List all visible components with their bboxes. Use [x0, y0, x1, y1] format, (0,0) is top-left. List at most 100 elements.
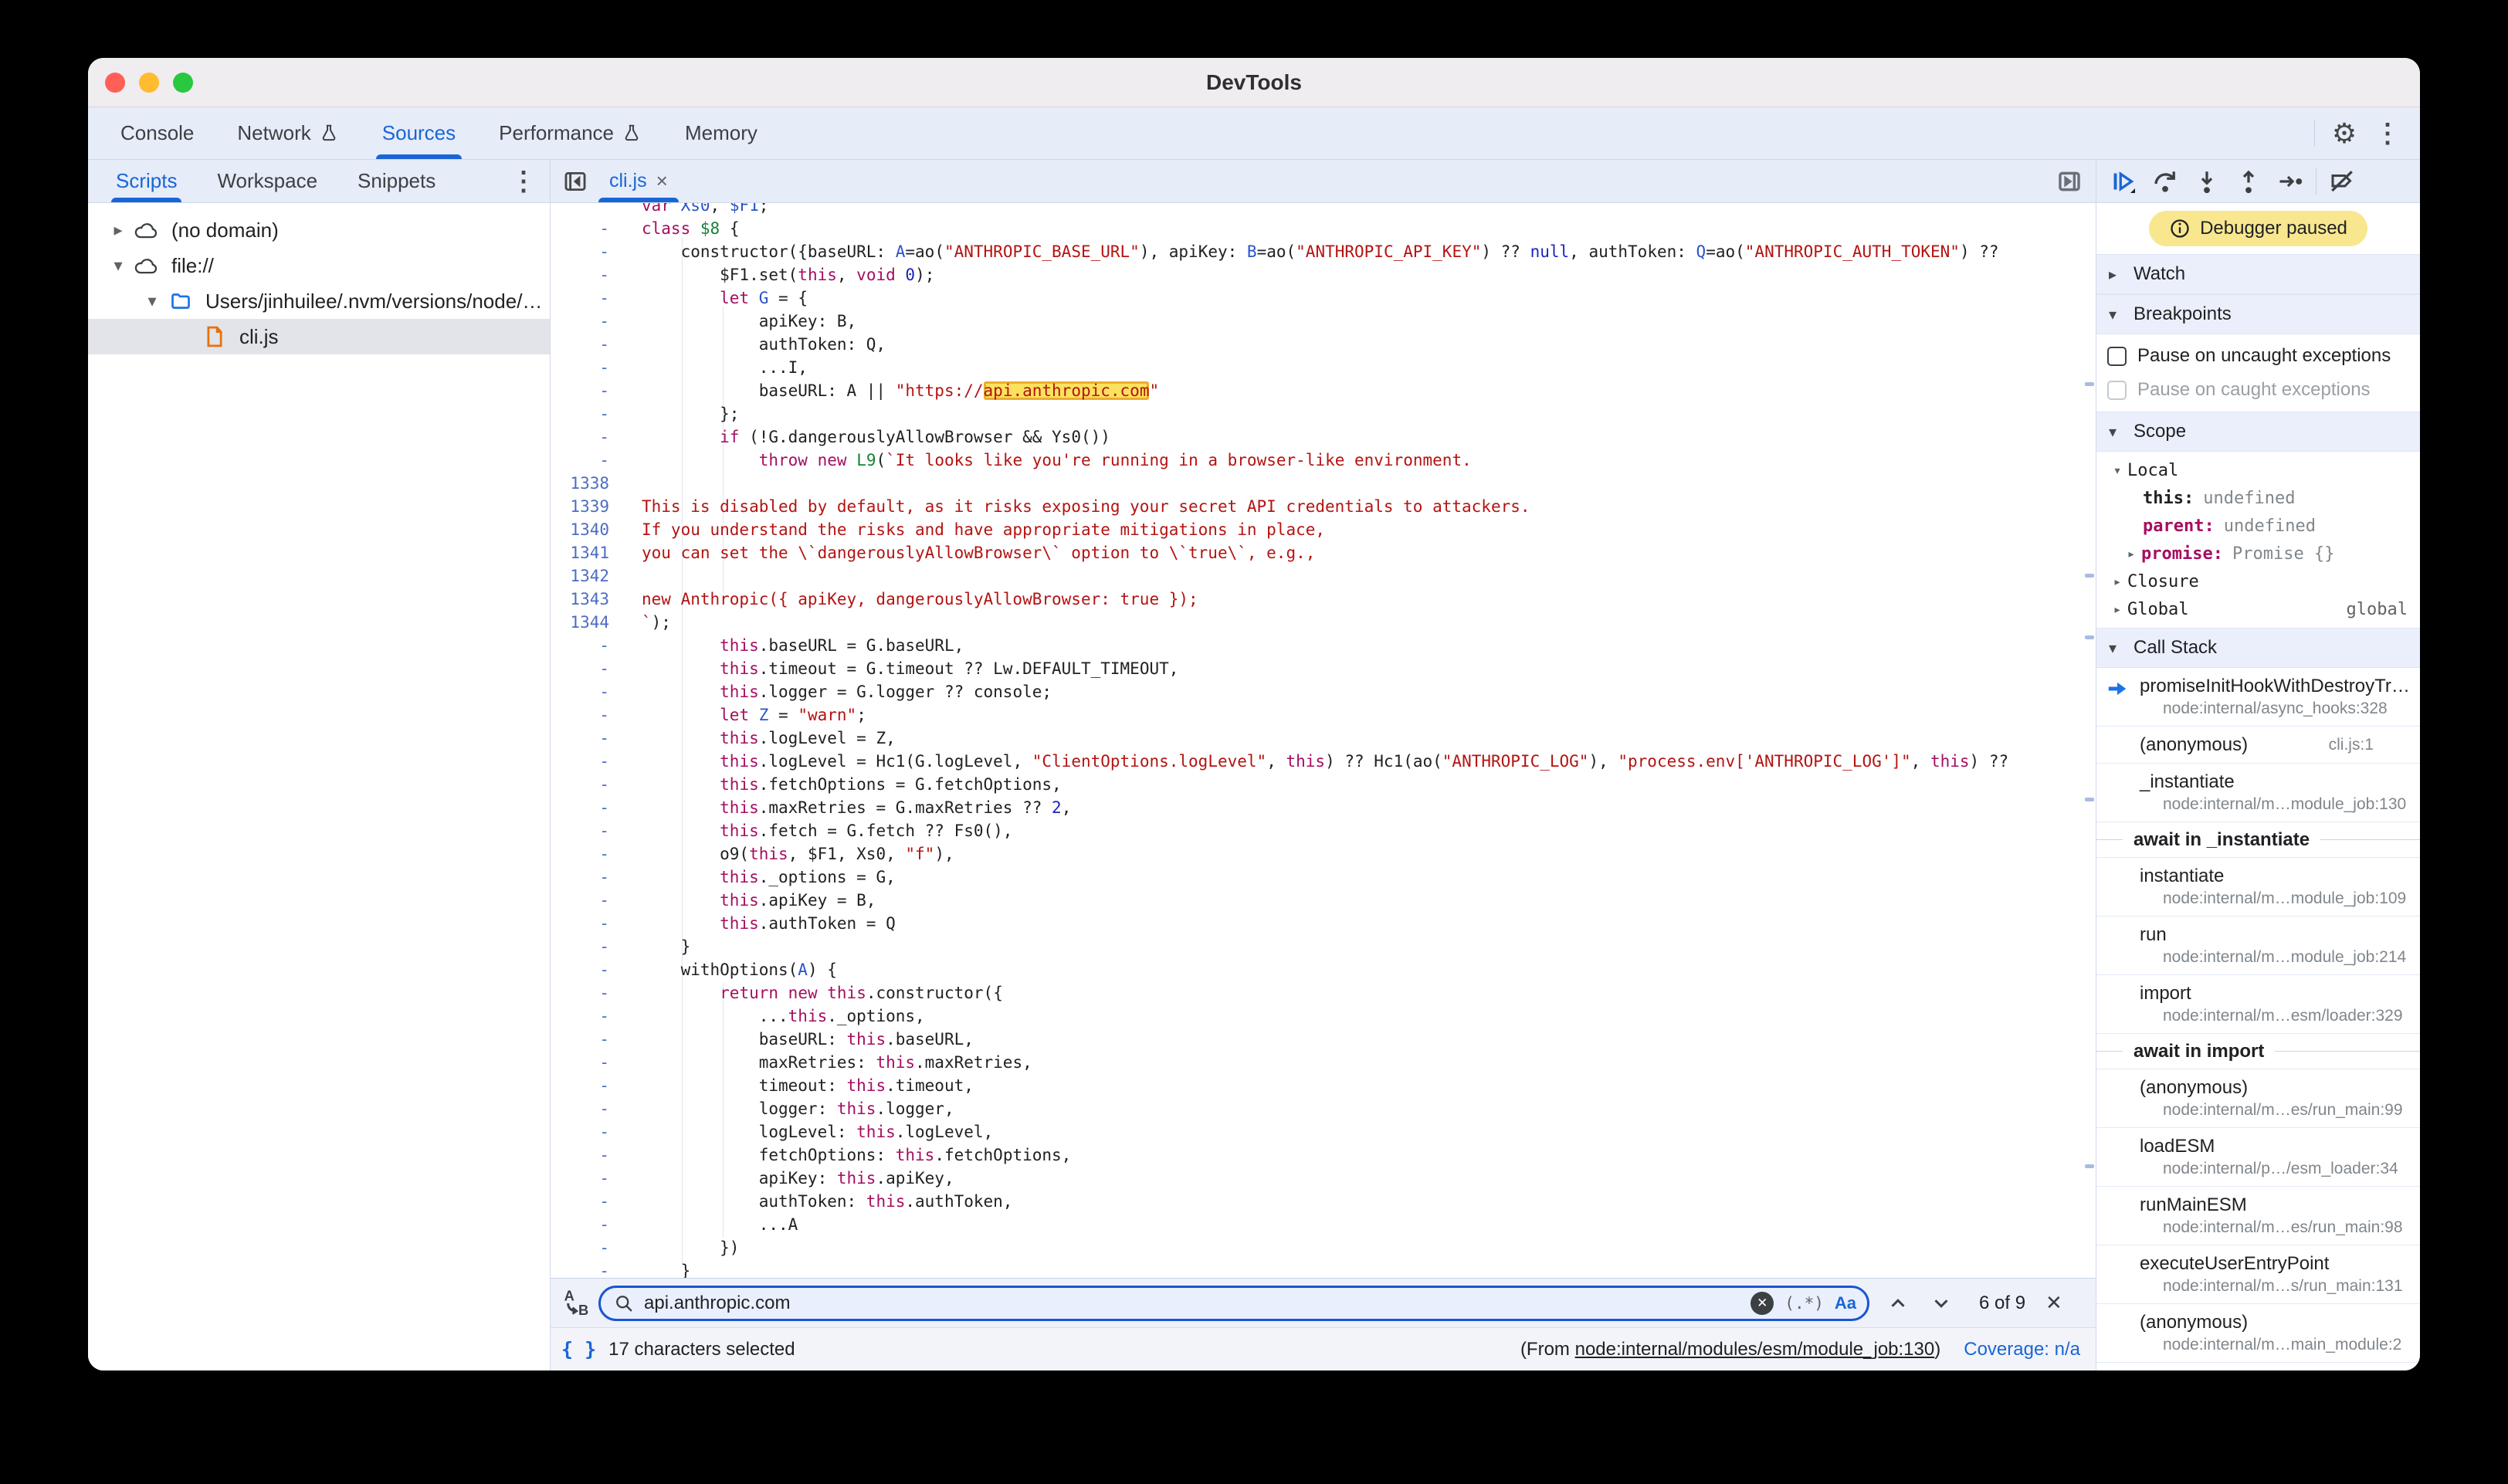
line-gutter[interactable]: [551, 203, 622, 217]
chevron-down-icon[interactable]: ▾: [105, 256, 131, 276]
line-gutter[interactable]: -: [551, 263, 622, 286]
call-stack-frame[interactable]: promiseInitHookWithDestroyTr…node:intern…: [2096, 668, 2420, 727]
line-gutter[interactable]: -: [551, 333, 622, 356]
call-stack-frame[interactable]: (anonymous)node:internal/m…main_module:2: [2096, 1304, 2420, 1363]
main-tab-performance[interactable]: Performance: [493, 107, 648, 159]
next-match-button chevron-down-icon[interactable]: [1930, 1292, 1953, 1315]
scope-section-header[interactable]: ▾ Scope: [2096, 412, 2420, 452]
line-gutter[interactable]: 1343: [551, 588, 622, 611]
search-input[interactable]: [644, 1293, 1751, 1314]
resume-button[interactable]: [2103, 161, 2144, 202]
line-gutter[interactable]: -: [551, 1213, 622, 1236]
call-stack-frame[interactable]: runMainESMnode:internal/m…es/run_main:98: [2096, 1187, 2420, 1245]
watch-section-header[interactable]: ▸ Watch: [2096, 254, 2420, 294]
step-over-button[interactable]: [2144, 161, 2186, 202]
tab-workspace[interactable]: Workspace: [212, 160, 322, 202]
line-gutter[interactable]: -: [551, 1259, 622, 1278]
deactivate-breakpoints-button[interactable]: [2321, 161, 2363, 202]
line-gutter[interactable]: -: [551, 1120, 622, 1143]
line-gutter[interactable]: -: [551, 310, 622, 333]
line-gutter[interactable]: 1342: [551, 564, 622, 588]
pretty-print-icon[interactable]: { }: [561, 1338, 596, 1360]
toggle-debugger-panel-button[interactable]: [2049, 161, 2089, 202]
breakpoints-section-header[interactable]: ▾ Breakpoints: [2096, 294, 2420, 334]
main-tab-sources[interactable]: Sources: [376, 107, 462, 159]
editor-tab-clijs[interactable]: cli.js ×: [595, 160, 682, 202]
settings-button[interactable]: ⚙: [2323, 112, 2366, 155]
regex-toggle[interactable]: (.*): [1784, 1294, 1824, 1313]
line-gutter[interactable]: -: [551, 796, 622, 819]
tree-item-cli-js[interactable]: cli.js: [88, 319, 550, 354]
code-viewport[interactable]: var Xs0, $F1;-class $8 {- constructor({b…: [551, 203, 2096, 1278]
call-stack-section-header[interactable]: ▾ Call Stack: [2096, 628, 2420, 668]
call-stack-frame[interactable]: loadESMnode:internal/p…/esm_loader:34: [2096, 1128, 2420, 1187]
call-stack-frame[interactable]: executeUserEntryPointnode:internal/m…s/r…: [2096, 1245, 2420, 1304]
navigator-more-button[interactable]: ⋮: [502, 160, 545, 203]
line-gutter[interactable]: -: [551, 935, 622, 958]
more-options-button[interactable]: ⋮: [2366, 112, 2409, 155]
checkbox[interactable]: [2107, 347, 2127, 366]
line-gutter[interactable]: -: [551, 379, 622, 402]
step-into-button[interactable]: [2186, 161, 2228, 202]
coverage-link[interactable]: Coverage: n/a: [1964, 1339, 2080, 1360]
tree-item-file-[interactable]: ▾file://: [88, 248, 550, 283]
scope-variable-parent[interactable]: parent:undefined: [2096, 512, 2420, 540]
close-search-button[interactable]: ✕: [2045, 1291, 2062, 1315]
line-gutter[interactable]: -: [551, 1051, 622, 1074]
line-gutter[interactable]: -: [551, 240, 622, 263]
main-tab-console[interactable]: Console: [114, 107, 200, 159]
line-gutter[interactable]: -: [551, 680, 622, 703]
step-button[interactable]: [2269, 161, 2311, 202]
line-gutter[interactable]: -: [551, 356, 622, 379]
line-gutter[interactable]: -: [551, 912, 622, 935]
line-gutter[interactable]: -: [551, 1143, 622, 1167]
line-gutter[interactable]: -: [551, 1005, 622, 1028]
toggle-replace-button[interactable]: A B: [551, 1288, 598, 1319]
line-gutter[interactable]: -: [551, 217, 622, 240]
call-stack-frame[interactable]: instantiatenode:internal/m…module_job:10…: [2096, 858, 2420, 916]
line-gutter[interactable]: -: [551, 1097, 622, 1120]
line-gutter[interactable]: -: [551, 819, 622, 842]
tree-item--no-domain-[interactable]: ▸(no domain): [88, 212, 550, 248]
tab-snippets[interactable]: Snippets: [353, 160, 440, 202]
line-gutter[interactable]: -: [551, 286, 622, 310]
previous-match-button chevron-up-icon[interactable]: [1886, 1292, 1910, 1315]
main-tab-network[interactable]: Network: [231, 107, 344, 159]
line-gutter[interactable]: -: [551, 657, 622, 680]
line-gutter[interactable]: -: [551, 1074, 622, 1097]
line-gutter[interactable]: 1338: [551, 472, 622, 495]
line-gutter[interactable]: -: [551, 866, 622, 889]
line-gutter[interactable]: -: [551, 1028, 622, 1051]
scope-variable-this[interactable]: this:undefined: [2096, 484, 2420, 512]
checkbox[interactable]: [2107, 381, 2127, 400]
main-tab-memory[interactable]: Memory: [679, 107, 764, 159]
line-gutter[interactable]: -: [551, 1236, 622, 1259]
line-gutter[interactable]: -: [551, 773, 622, 796]
line-gutter[interactable]: -: [551, 727, 622, 750]
line-gutter[interactable]: -: [551, 634, 622, 657]
scope-group-local[interactable]: ▾Local: [2096, 456, 2420, 484]
step-out-button[interactable]: [2228, 161, 2269, 202]
module-link[interactable]: node:internal/modules/esm/module_job:130: [1575, 1339, 1935, 1360]
line-gutter[interactable]: -: [551, 425, 622, 449]
match-case-toggle[interactable]: Aa: [1835, 1293, 1856, 1313]
call-stack-frame[interactable]: importnode:internal/m…esm/loader:329: [2096, 975, 2420, 1034]
call-stack-frame[interactable]: _instantiatenode:internal/m…module_job:1…: [2096, 764, 2420, 822]
line-gutter[interactable]: -: [551, 958, 622, 981]
line-gutter[interactable]: 1341: [551, 541, 622, 564]
line-gutter[interactable]: -: [551, 402, 622, 425]
clear-search-button[interactable]: ✕: [1751, 1292, 1774, 1315]
line-gutter[interactable]: 1340: [551, 518, 622, 541]
tab-scripts[interactable]: Scripts: [111, 160, 181, 202]
call-stack-frame[interactable]: runnode:internal/m…module_job:214: [2096, 916, 2420, 975]
close-tab-icon[interactable]: ×: [656, 169, 668, 193]
line-gutter[interactable]: -: [551, 449, 622, 472]
line-gutter[interactable]: 1339: [551, 495, 622, 518]
line-gutter[interactable]: -: [551, 703, 622, 727]
line-gutter[interactable]: 1344: [551, 611, 622, 634]
call-stack-frame[interactable]: (anonymous)node:internal/m…es/run_main:9…: [2096, 1069, 2420, 1128]
scope-group-closure[interactable]: ▸Closure: [2096, 568, 2420, 595]
scope-group-global[interactable]: ▸Globalglobal: [2096, 595, 2420, 623]
call-stack-frame[interactable]: (anonymous)cli.js:1: [2096, 727, 2420, 764]
hide-navigator-button[interactable]: [555, 161, 595, 202]
